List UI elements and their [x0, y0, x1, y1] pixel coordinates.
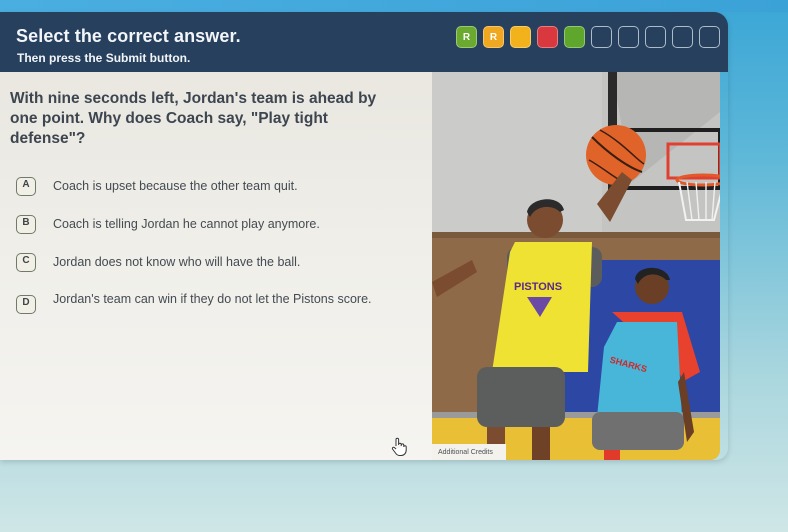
progress-item-7	[618, 26, 639, 48]
option-a-letter[interactable]: A	[16, 177, 36, 196]
hand-pointer-icon	[391, 437, 407, 456]
option-a-text[interactable]: Coach is upset because the other team qu…	[53, 177, 383, 194]
question-text: With nine seconds left, Jordan's team is…	[10, 90, 377, 147]
progress-item-3	[510, 26, 531, 48]
jersey-text: PISTONS	[514, 281, 562, 293]
progress-item-2: R	[483, 26, 504, 48]
option-d-letter[interactable]: D	[16, 295, 36, 314]
additional-credits-link[interactable]: Additional Credits	[432, 444, 506, 460]
option-c-letter[interactable]: C	[16, 253, 36, 272]
story-illustration: PISTONS SHARKS Additional Credits	[432, 72, 720, 460]
instruction-header: Select the correct answer. Then press th…	[0, 12, 728, 72]
option-a[interactable]: A Coach is upset because the other team …	[16, 177, 416, 196]
question-card: Select the correct answer. Then press th…	[0, 12, 728, 460]
option-d-text[interactable]: Jordan's team can win if they do not let…	[53, 292, 373, 307]
progress-item-4	[537, 26, 558, 48]
progress-item-6	[591, 26, 612, 48]
top-strip	[0, 0, 788, 12]
option-b-letter[interactable]: B	[16, 215, 36, 234]
progress-item-8	[645, 26, 666, 48]
instruction-subtitle: Then press the Submit button.	[17, 51, 191, 65]
option-b[interactable]: B Coach is telling Jordan he cannot play…	[16, 215, 416, 234]
progress-item-10	[699, 26, 720, 48]
option-b-text[interactable]: Coach is telling Jordan he cannot play a…	[53, 215, 383, 232]
option-d[interactable]: D Jordan's team can win if they do not l…	[16, 292, 416, 314]
question-progress: RR	[456, 26, 720, 48]
option-c-text[interactable]: Jordan does not know who will have the b…	[53, 253, 383, 270]
progress-item-9	[672, 26, 693, 48]
question-panel: With nine seconds left, Jordan's team is…	[0, 72, 432, 460]
progress-item-5	[564, 26, 585, 48]
option-c[interactable]: C Jordan does not know who will have the…	[16, 253, 416, 272]
basketball-illustration: PISTONS SHARKS	[432, 72, 720, 460]
progress-item-1: R	[456, 26, 477, 48]
instruction-title: Select the correct answer.	[16, 26, 241, 46]
